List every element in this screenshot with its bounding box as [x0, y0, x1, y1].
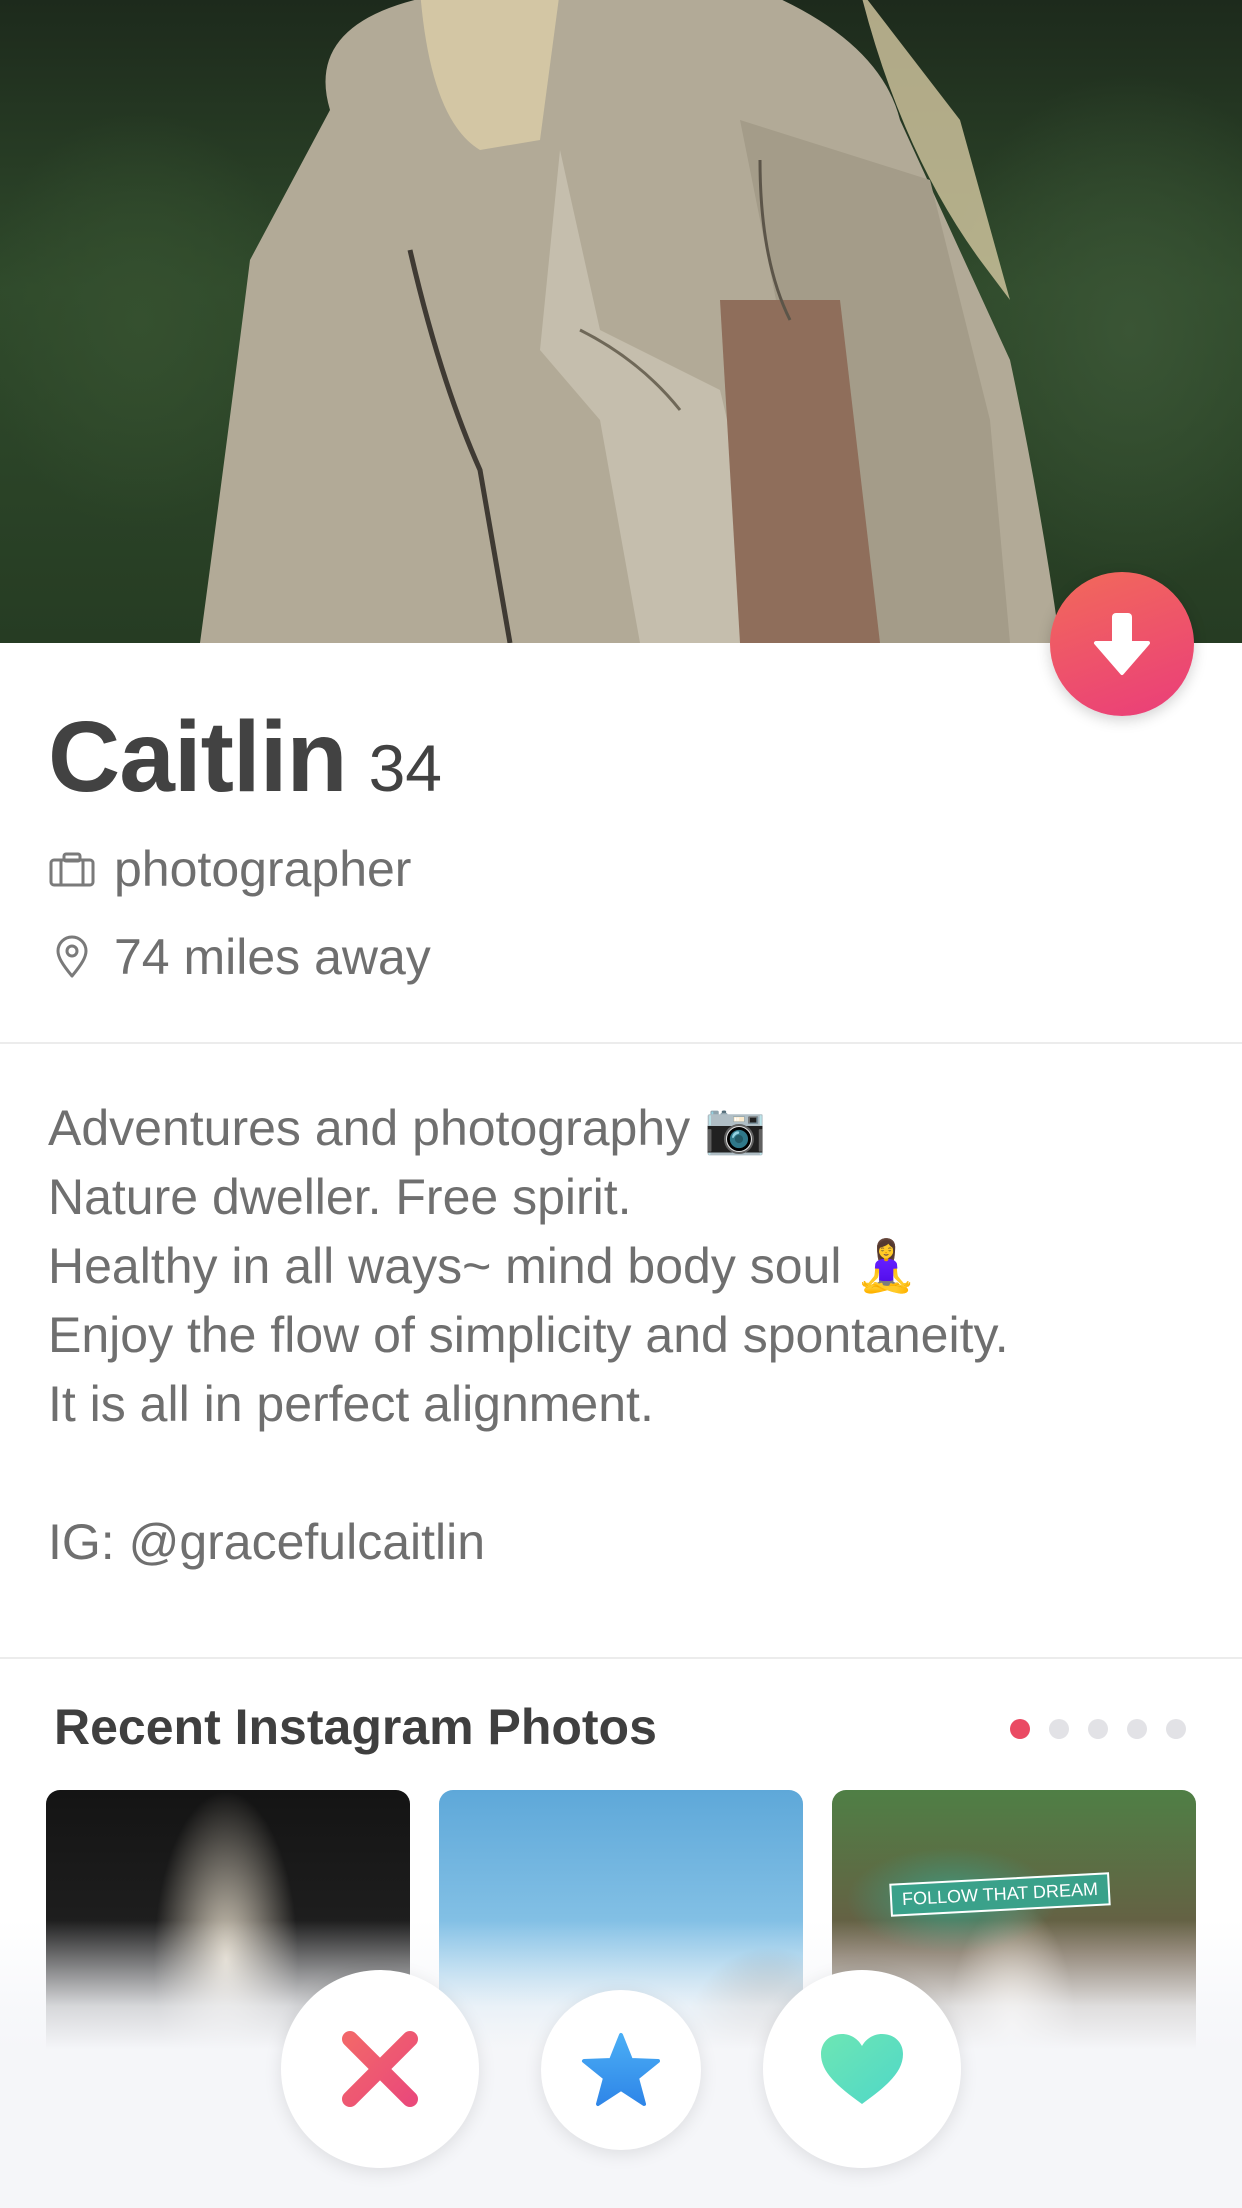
divider [0, 1042, 1242, 1044]
distance-row: 74 miles away [48, 928, 431, 986]
bio-line: Enjoy the flow of simplicity and spontan… [48, 1307, 1009, 1363]
arrow-down-icon [1094, 613, 1150, 675]
job-title: photographer [114, 841, 412, 897]
like-button[interactable] [763, 1970, 961, 2168]
pager-dot[interactable] [1049, 1719, 1069, 1739]
divider [0, 1657, 1242, 1659]
bio-line: Healthy in all ways~ mind body soul 🧘‍♀️ [48, 1238, 918, 1294]
profile-photo[interactable] [0, 0, 1242, 643]
bio-line: It is all in perfect alignment. [48, 1376, 654, 1432]
instagram-section-title: Recent Instagram Photos [54, 1699, 657, 1755]
instagram-pager[interactable] [1010, 1719, 1205, 1739]
pager-dot[interactable] [1088, 1719, 1108, 1739]
photo-sign-text: FOLLOW THAT DREAM [889, 1872, 1111, 1917]
bio-line: Adventures and photography 📷 [48, 1100, 767, 1156]
instagram-handle: IG: @gracefulcaitlin [48, 1514, 486, 1570]
bio-section: Adventures and photography 📷 Nature dwel… [48, 1094, 1198, 1577]
collapse-profile-button[interactable] [1050, 572, 1194, 716]
profile-header: Caitlin 34 [48, 700, 442, 815]
super-like-button[interactable] [541, 1990, 701, 2150]
pager-dot[interactable] [1166, 1719, 1186, 1739]
distance-text: 74 miles away [114, 929, 431, 985]
briefcase-icon [48, 845, 96, 893]
nope-button[interactable] [281, 1970, 479, 2168]
star-icon [582, 2033, 660, 2106]
pager-dot-active[interactable] [1010, 1719, 1030, 1739]
heart-icon [821, 2034, 903, 2104]
bio-spacer [48, 1439, 1198, 1508]
bio-line: Nature dweller. Free spirit. [48, 1169, 632, 1225]
location-pin-icon [48, 933, 96, 981]
x-icon [342, 2031, 418, 2107]
pager-dot[interactable] [1127, 1719, 1147, 1739]
profile-name: Caitlin [48, 701, 348, 813]
profile-screen: Caitlin 34 photographer 74 miles away Ad… [0, 0, 1242, 2208]
job-row: photographer [48, 840, 411, 898]
profile-age: 34 [368, 731, 442, 805]
